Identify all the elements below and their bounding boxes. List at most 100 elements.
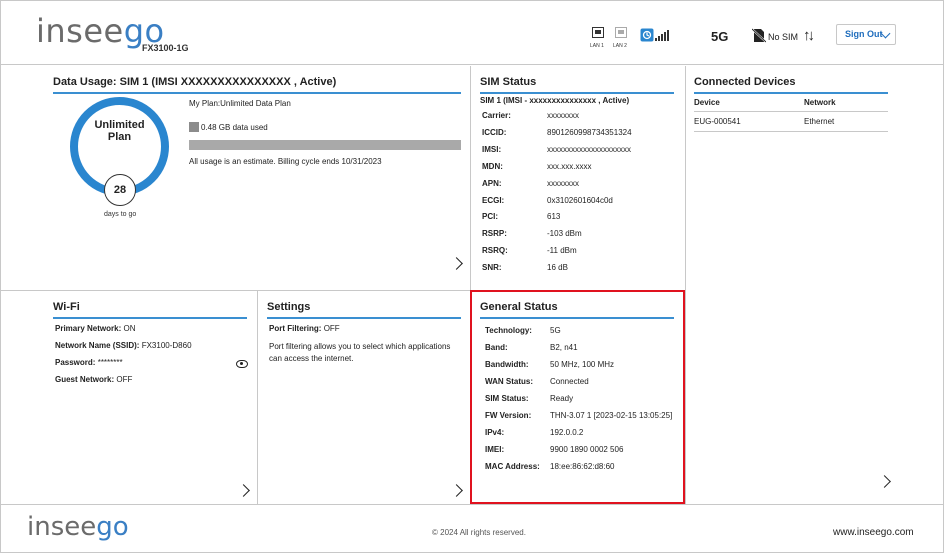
usage-bar [189,140,461,150]
row-label: Band: [485,343,508,352]
show-password-eye-icon[interactable] [236,360,248,368]
wifi-row: Primary Network: ON [55,324,135,334]
row-value: 192.0.0.2 [550,428,584,437]
wifi-row-value: OFF [116,375,133,384]
row-value: -11 dBm [547,246,577,256]
sim-status-label: No SIM [768,32,799,42]
row-label: Bandwidth: [485,360,529,369]
row-label: PCI: [482,212,498,222]
row-value: xxxxxxxxxxxxxxxxxxxxx [547,144,631,154]
wifi-row-label: Primary Network: [55,324,122,333]
row-value: Ready [550,394,574,403]
divider [257,290,258,504]
row-value: 8901260998734351324 [547,127,632,137]
sim-status-subtitle: SIM 1 (IMSI - xxxxxxxxxxxxxxx , Active) [480,96,630,105]
lan1-label: LAN 1 [590,43,604,49]
days-remaining: 28 [104,174,136,206]
sim-status-panel: SIM Status [480,76,674,94]
data-used: 0.48 GB data used [189,122,268,132]
col-header-device: Device [694,98,720,107]
general-status-title: General Status [480,301,674,319]
wifi-row: Network Name (SSID): FX3100-D860 [55,341,192,351]
row-value: -103 dBm [547,229,582,239]
no-sim-icon [752,28,766,43]
row-value: 9900 1890 0002 506 [550,445,624,454]
row-value: xxxxxxxx [547,111,579,120]
data-transfer-icon: ↑↓ [803,27,815,44]
website-link[interactable]: www.inseego.com [833,527,914,538]
plan-label: Unlimited Plan [94,119,145,143]
divider [685,66,686,504]
connected-devices-title: Connected Devices [694,76,888,94]
network-cell: Ethernet [804,117,835,126]
row-label: MDN: [482,161,503,171]
wifi-row-value: ******** [97,358,123,367]
device-cell[interactable]: EUG-000541 [694,117,741,126]
footer-inseego-logo: inseego [27,512,129,542]
wifi-panel: Wi-Fi [53,301,247,319]
port-filtering-description: Port filtering allows you to select whic… [269,342,451,363]
my-plan: My Plan:Unlimited Data Plan [189,99,291,108]
row-value: 5G [550,326,561,335]
row-value: B2, n41 [550,343,578,352]
row-label: ECGI: [482,195,505,205]
device-model: FX3100-1G [142,43,189,53]
data-used-swatch [189,122,199,132]
header: inseego FX3100-1G LAN 1 LAN 2 5G No SIM … [0,0,944,65]
days-remaining-label: days to go [104,211,137,218]
row-value: 16 dB [547,263,568,273]
wifi-status-icon [640,28,654,42]
data-usage-title: Data Usage: SIM 1 (IMSI XXXXXXXXXXXXXXX … [53,76,461,94]
sim-status-title: SIM Status [480,76,674,94]
row-value: 0x3102601604c0d [547,195,613,205]
row-label: SNR: [482,263,502,273]
general-status-panel: General Status [480,301,674,319]
row-label: ICCID: [482,127,507,137]
row-value: 50 MHz, 100 MHz [550,360,615,369]
data-usage-panel: Data Usage: SIM 1 (IMSI XXXXXXXXXXXXXXX … [53,76,461,94]
row-label: WAN Status: [485,377,533,386]
row-value: xxxxxxxx [547,178,579,188]
row-value: THN-3.07 1 [2023-02-15 13:05:25] [550,411,673,420]
row-value: Connected [550,377,589,386]
row-value: 613 [547,212,561,222]
copyright: © 2024 All rights reserved. [432,528,526,537]
settings-panel: Settings [267,301,461,319]
wifi-row-value: FX3100-D860 [141,341,192,350]
wifi-row: Password: ******** [55,358,123,368]
lan2-icon [614,27,628,38]
row-label: IPv4: [485,428,505,437]
billing-note: All usage is an estimate. Billing cycle … [189,157,382,166]
row-label: Carrier: [482,111,511,120]
row-value: 18:ee:86:62:d8:60 [550,462,615,471]
wifi-row: Guest Network: OFF [55,375,132,385]
row-label: Technology: [485,326,532,335]
row-label: IMEI: [485,445,505,454]
row-label: IMSI: [482,144,502,154]
divider [694,131,888,132]
row-value: xxx.xxx.xxxx [547,161,592,171]
row-label: FW Version: [485,411,532,420]
sign-out-button[interactable]: Sign Out [836,24,896,45]
divider [0,290,470,291]
row-label: RSRQ: [482,246,508,256]
row-label: RSRP: [482,229,507,239]
network-type: 5G [711,29,729,44]
lan1-icon [591,27,605,38]
wifi-row-label: Password: [55,358,96,367]
divider [694,111,888,112]
divider [0,504,944,505]
connected-devices-panel: Connected Devices [694,76,888,94]
wifi-row-value: ON [123,324,136,333]
row-label: SIM Status: [485,394,529,403]
wifi-row-label: Network Name (SSID): [55,341,140,350]
port-filtering-row: Port Filtering: OFF [269,324,340,333]
wifi-title: Wi-Fi [53,301,247,319]
signal-strength-icon [655,29,669,41]
settings-title: Settings [267,301,461,319]
wifi-row-label: Guest Network: [55,375,115,384]
row-label: MAC Address: [485,462,540,471]
row-label: APN: [482,178,502,188]
col-header-network: Network [804,98,836,107]
lan2-label: LAN 2 [613,43,627,49]
